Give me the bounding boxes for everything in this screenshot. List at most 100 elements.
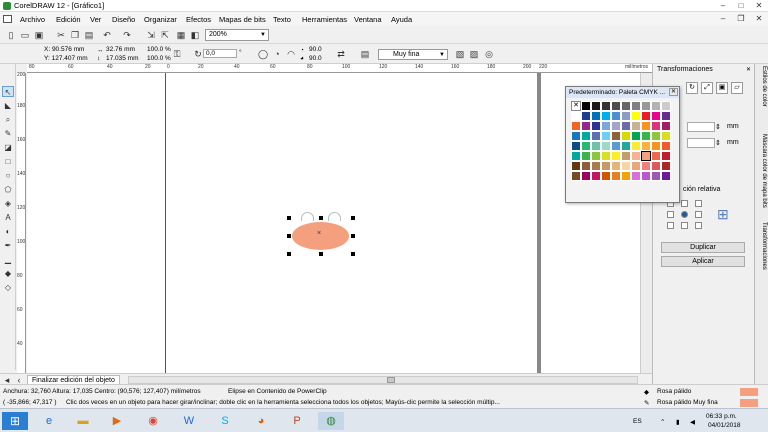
color-swatch[interactable] bbox=[641, 171, 651, 181]
anchor-point[interactable] bbox=[681, 222, 688, 229]
fill-swatch[interactable] bbox=[740, 388, 758, 396]
anchor-point-selected[interactable] bbox=[681, 211, 688, 218]
color-swatch[interactable] bbox=[631, 131, 641, 141]
spin-up-icon[interactable]: ⇕ bbox=[715, 123, 721, 131]
word-icon[interactable]: W bbox=[176, 412, 202, 430]
transform-h-field[interactable] bbox=[687, 122, 715, 132]
color-swatch[interactable] bbox=[611, 161, 621, 171]
basic-shapes-icon[interactable]: ◈ bbox=[2, 198, 14, 209]
color-swatch[interactable] bbox=[601, 111, 611, 121]
scroll-thumb[interactable] bbox=[387, 377, 395, 383]
polygon-tool-icon[interactable]: ⬠ bbox=[2, 184, 14, 195]
windows-start-icon[interactable]: ⊞ bbox=[2, 412, 28, 430]
color-swatch[interactable] bbox=[611, 141, 621, 151]
volume-icon[interactable]: ◀ bbox=[690, 418, 695, 426]
color-swatch[interactable] bbox=[571, 131, 581, 141]
color-swatch[interactable] bbox=[571, 141, 581, 151]
open-icon[interactable]: ▭ bbox=[20, 30, 30, 40]
color-swatch[interactable] bbox=[651, 161, 661, 171]
zoom-select[interactable]: 200% ▼ bbox=[205, 29, 269, 41]
color-swatch[interactable] bbox=[611, 111, 621, 121]
launcher-icon[interactable]: ◧ bbox=[190, 30, 200, 40]
duplicate-button[interactable]: Duplicar bbox=[661, 242, 745, 253]
anchor-point[interactable] bbox=[667, 222, 674, 229]
color-swatch[interactable] bbox=[621, 151, 631, 161]
menu-edicion[interactable]: Edición bbox=[56, 15, 81, 24]
color-swatch[interactable] bbox=[651, 131, 661, 141]
no-fill-swatch[interactable]: ✕ bbox=[571, 101, 581, 111]
color-swatch[interactable] bbox=[591, 141, 601, 151]
tab-transformations[interactable]: Transformaciones bbox=[757, 222, 767, 270]
print-icon[interactable]: ▦ bbox=[176, 30, 186, 40]
doc-minimize-icon[interactable]: – bbox=[714, 13, 732, 25]
selection-handle[interactable] bbox=[287, 252, 291, 256]
color-swatch[interactable] bbox=[641, 121, 651, 131]
paste-icon[interactable]: ▤ bbox=[84, 30, 94, 40]
color-swatch[interactable] bbox=[631, 161, 641, 171]
color-swatch[interactable] bbox=[601, 161, 611, 171]
tray-chevron-icon[interactable]: ⌃ bbox=[660, 418, 665, 426]
firefox-icon[interactable]: ◕ bbox=[248, 412, 274, 430]
language-indicator[interactable]: ES bbox=[633, 418, 642, 425]
color-swatch[interactable] bbox=[571, 171, 581, 181]
color-swatch[interactable] bbox=[651, 151, 661, 161]
spin-down-icon[interactable]: ⇕ bbox=[715, 139, 721, 147]
color-swatch[interactable] bbox=[661, 121, 671, 131]
shape-tool-icon[interactable]: ◣ bbox=[2, 100, 14, 111]
color-swatch[interactable] bbox=[581, 111, 591, 121]
color-swatch[interactable] bbox=[661, 171, 671, 181]
color-swatch[interactable] bbox=[621, 131, 631, 141]
menu-texto[interactable]: Texto bbox=[273, 15, 291, 24]
color-swatch[interactable] bbox=[651, 141, 661, 151]
rectangle-tool-icon[interactable]: □ bbox=[2, 156, 14, 167]
color-swatch[interactable] bbox=[621, 121, 631, 131]
color-swatch[interactable] bbox=[571, 111, 581, 121]
zoom-tool-icon[interactable]: ⌕ bbox=[2, 114, 14, 125]
menu-herramientas[interactable]: Herramientas bbox=[302, 15, 347, 24]
color-swatch[interactable] bbox=[581, 131, 591, 141]
color-swatch[interactable] bbox=[611, 101, 621, 111]
doc-close-icon[interactable]: ✕ bbox=[750, 13, 768, 25]
color-swatch[interactable] bbox=[621, 171, 631, 181]
clock-date[interactable]: 04/01/2018 bbox=[708, 422, 741, 429]
convert-to-curves-icon[interactable]: ◎ bbox=[484, 49, 494, 59]
color-swatch[interactable] bbox=[591, 161, 601, 171]
angle-field[interactable]: 0,0 bbox=[203, 49, 237, 58]
palette-close-icon[interactable]: ✕ bbox=[669, 88, 678, 96]
color-swatch[interactable] bbox=[621, 101, 631, 111]
internet-explorer-icon[interactable]: e bbox=[36, 412, 62, 430]
media-player-icon[interactable]: ▶ bbox=[104, 412, 130, 430]
docker-close-icon[interactable]: ✕ bbox=[746, 66, 751, 73]
menu-efectos[interactable]: Efectos bbox=[186, 15, 211, 24]
to-front-icon[interactable]: ▧ bbox=[455, 49, 465, 59]
transform-rotate-icon[interactable]: ↻ bbox=[686, 82, 698, 94]
horizontal-scrollbar[interactable] bbox=[128, 376, 638, 384]
arc-end-field[interactable]: 90.0 bbox=[309, 55, 322, 62]
color-swatch[interactable] bbox=[611, 151, 621, 161]
color-swatch[interactable] bbox=[631, 171, 641, 181]
color-swatch[interactable] bbox=[571, 151, 581, 161]
skype-icon[interactable]: S bbox=[212, 412, 238, 430]
width-field[interactable]: 32.76 mm bbox=[106, 46, 135, 53]
new-icon[interactable]: ▯ bbox=[6, 30, 16, 40]
anchor-point[interactable] bbox=[695, 200, 702, 207]
scale-x-field[interactable]: 100.0 bbox=[147, 46, 163, 53]
color-swatch[interactable] bbox=[601, 131, 611, 141]
smart-fill-icon[interactable]: ◪ bbox=[2, 142, 14, 153]
outline-width-select[interactable]: Muy fina ▼ bbox=[378, 49, 448, 60]
eyedropper-icon[interactable]: ✒ bbox=[2, 240, 14, 251]
color-swatch[interactable] bbox=[601, 141, 611, 151]
fill-tool-icon[interactable]: ◆ bbox=[2, 268, 14, 279]
outline-swatch[interactable] bbox=[740, 399, 758, 407]
pie-mode-icon[interactable]: ◔ bbox=[272, 49, 282, 59]
vertical-ruler[interactable]: 200 180 160 140 120 100 80 60 40 bbox=[17, 72, 26, 373]
minimize-icon[interactable]: – bbox=[714, 0, 732, 12]
network-icon[interactable]: ▮ bbox=[676, 418, 680, 426]
horizontal-ruler[interactable]: 80 60 40 20 0 20 40 60 80 100 120 140 16… bbox=[27, 64, 652, 73]
color-swatch[interactable] bbox=[611, 121, 621, 131]
color-swatch[interactable] bbox=[581, 161, 591, 171]
menu-organizar[interactable]: Organizar bbox=[144, 15, 177, 24]
menu-ventana[interactable]: Ventana bbox=[354, 15, 382, 24]
tab-bitmap-color-mask[interactable]: Máscara color de mapa bits bbox=[757, 134, 767, 208]
color-swatch[interactable] bbox=[661, 101, 671, 111]
